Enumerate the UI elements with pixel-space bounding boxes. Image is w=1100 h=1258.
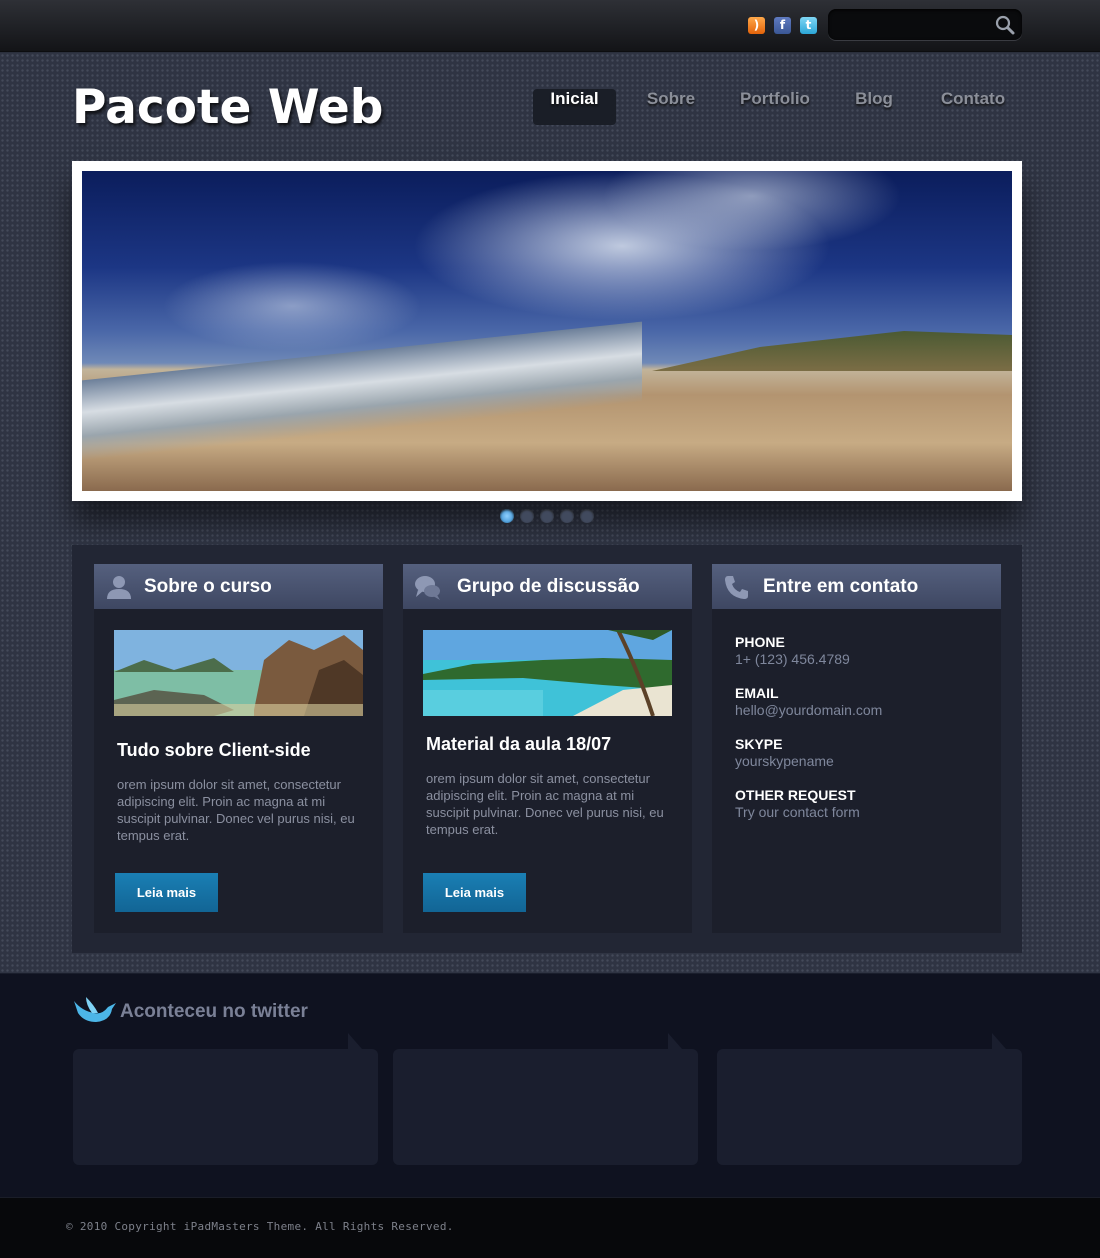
top-bar: ) f t xyxy=(0,0,1100,52)
column-sobre-o-curso: Sobre o curso Tudo sobre Client-side ore… xyxy=(94,564,383,933)
column-entre-em-contato: Entre em contato PHONE 1+ (123) 456.4789… xyxy=(712,564,1001,933)
thumbnail-rocks-beach xyxy=(114,630,363,716)
contact-label-email: EMAIL xyxy=(735,685,779,701)
slider-dot[interactable] xyxy=(560,509,574,523)
read-more-button[interactable]: Leia mais xyxy=(115,873,218,912)
phone-icon xyxy=(725,576,748,599)
contact-value-skype[interactable]: yourskypename xyxy=(735,753,834,769)
contact-value-phone[interactable]: 1+ (123) 456.4789 xyxy=(735,651,850,667)
contact-form-link[interactable]: Try our contact form xyxy=(735,804,860,820)
search-icon[interactable] xyxy=(994,14,1016,36)
nav-item-sobre[interactable]: Sobre xyxy=(637,89,705,125)
nav-item-inicial[interactable]: Inicial xyxy=(533,89,616,125)
search-box xyxy=(828,9,1022,40)
column-heading: Grupo de discussão xyxy=(457,576,640,597)
post-excerpt: orem ipsum dolor sit amet, consectetur a… xyxy=(117,777,355,843)
column-heading: Sobre o curso xyxy=(144,576,272,597)
slider-dot[interactable] xyxy=(520,509,534,523)
site-logo[interactable]: Pacote Web xyxy=(72,80,383,135)
nav-item-portfolio[interactable]: Portfolio xyxy=(729,89,821,125)
user-icon xyxy=(107,576,131,599)
post-excerpt: orem ipsum dolor sit amet, consectetur a… xyxy=(426,771,664,837)
column-header: Entre em contato xyxy=(712,564,1001,609)
twitter-bird-icon xyxy=(74,997,116,1022)
column-header: Sobre o curso xyxy=(94,564,383,609)
post-title[interactable]: Material da aula 18/07 xyxy=(426,734,611,755)
tweet-card xyxy=(393,1033,698,1165)
contact-label-skype: SKYPE xyxy=(735,736,783,752)
footer: © 2010 Copyright iPadMasters Theme. All … xyxy=(0,1197,1100,1258)
slider-dot[interactable] xyxy=(580,509,594,523)
twitter-section-title: Aconteceu no twitter xyxy=(120,1001,308,1022)
thumbnail-tropical-beach xyxy=(423,630,672,716)
read-more-button[interactable]: Leia mais xyxy=(423,873,526,912)
column-grupo-de-discussao: Grupo de discussão Material da aula 18/0… xyxy=(403,564,692,933)
post-title[interactable]: Tudo sobre Client-side xyxy=(117,740,311,761)
contact-label-other: OTHER REQUEST xyxy=(735,787,856,803)
search-input[interactable] xyxy=(838,15,988,34)
social-links: ) f t xyxy=(748,17,817,34)
column-heading: Entre em contato xyxy=(763,576,919,597)
chat-bubbles-icon xyxy=(415,576,440,600)
slider-pagination xyxy=(500,509,594,523)
nav-item-blog[interactable]: Blog xyxy=(844,89,904,125)
contact-label-phone: PHONE xyxy=(735,634,785,650)
image-slider xyxy=(72,161,1022,501)
rss-icon[interactable]: ) xyxy=(748,17,765,34)
column-header: Grupo de discussão xyxy=(403,564,692,609)
tweet-card xyxy=(717,1033,1022,1165)
twitter-icon[interactable]: t xyxy=(800,17,817,34)
nav-item-contato[interactable]: Contato xyxy=(931,89,1015,125)
tweet-card xyxy=(73,1033,378,1165)
slider-dot[interactable] xyxy=(540,509,554,523)
copyright-text: © 2010 Copyright iPadMasters Theme. All … xyxy=(66,1220,454,1233)
facebook-icon[interactable]: f xyxy=(774,17,791,34)
slider-dot[interactable] xyxy=(500,509,514,523)
slide-beach-image xyxy=(82,171,1012,491)
contact-value-email[interactable]: hello@yourdomain.com xyxy=(735,702,882,718)
